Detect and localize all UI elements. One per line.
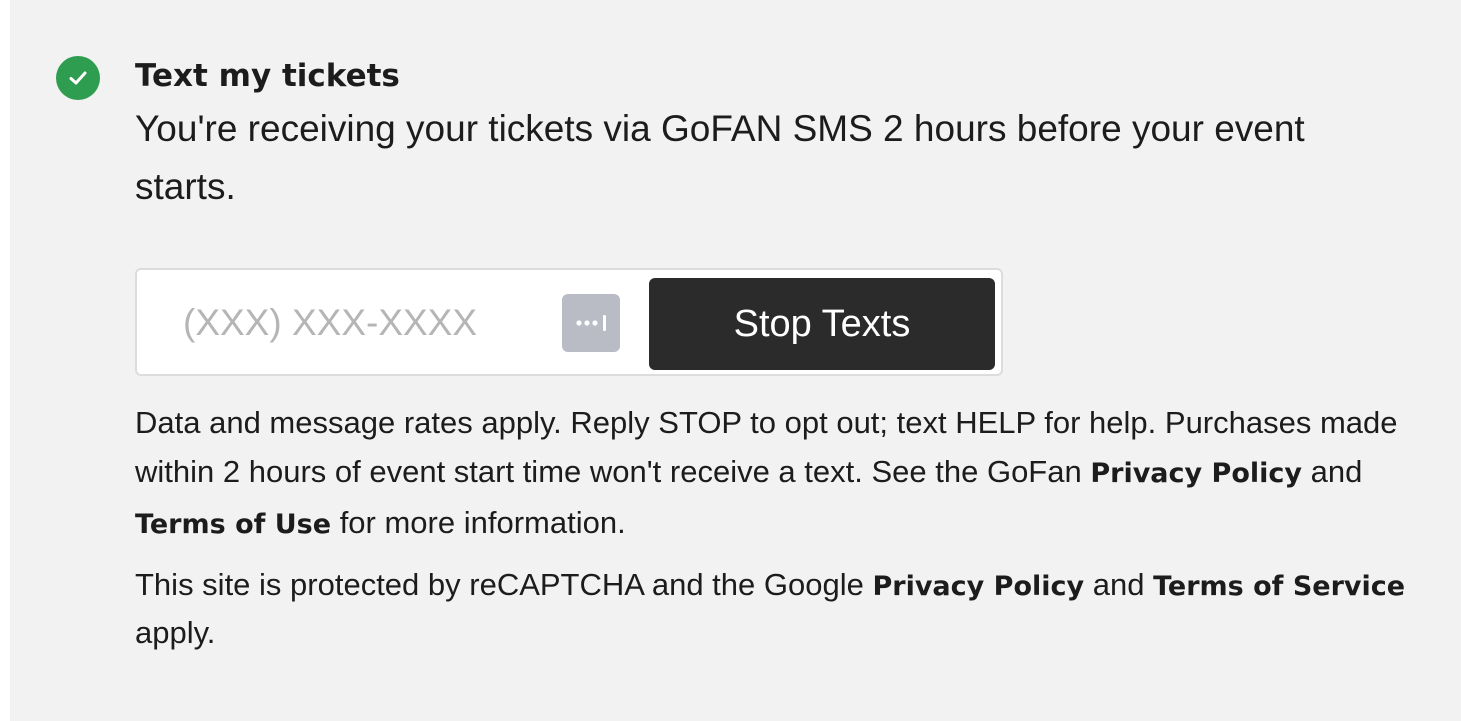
terms-of-use-link[interactable]: Terms of Use <box>135 509 331 540</box>
section-description: You're receiving your tickets via GoFAN … <box>135 108 1305 207</box>
checkmark-glyph <box>69 71 87 85</box>
recaptcha-text-1: This site is protected by reCAPTCHA and … <box>135 567 873 602</box>
autofill-dots-glyph <box>576 315 606 331</box>
check-circle-icon <box>56 56 100 100</box>
stop-texts-button[interactable]: Stop Texts <box>649 278 995 370</box>
disclaimer-text-3: for more information. <box>331 505 626 540</box>
recaptcha-text-2: and <box>1084 567 1154 602</box>
privacy-policy-link[interactable]: Privacy Policy <box>1090 458 1302 489</box>
google-terms-of-service-link[interactable]: Terms of Service <box>1153 571 1405 602</box>
text-tickets-content: Text my tickets You're receiving your ti… <box>135 52 1435 650</box>
password-dots-icon[interactable] <box>562 294 620 352</box>
recaptcha-notice: This site is protected by reCAPTCHA and … <box>135 562 1425 656</box>
phone-number-input[interactable] <box>151 288 551 358</box>
google-privacy-policy-link[interactable]: Privacy Policy <box>872 571 1084 602</box>
recaptcha-text-3: apply. <box>135 615 216 650</box>
sms-phone-form: Stop Texts <box>135 268 1003 376</box>
disclaimer-text-2: and <box>1301 454 1363 489</box>
text-tickets-panel: Text my tickets You're receiving your ti… <box>10 0 1461 721</box>
sms-disclaimer: Data and message rates apply. Reply STOP… <box>135 398 1425 549</box>
section-title: Text my tickets <box>135 58 400 94</box>
